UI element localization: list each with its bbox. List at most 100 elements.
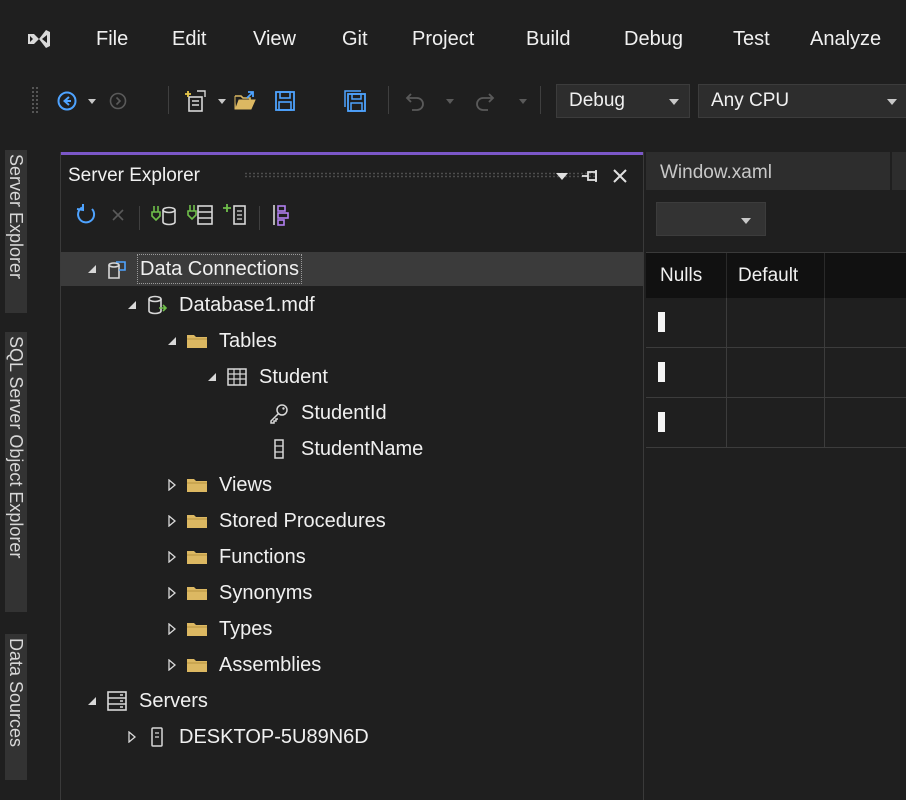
open-file-button[interactable] <box>230 86 260 116</box>
toolbar-separator <box>388 86 389 114</box>
forward-icon <box>109 92 127 110</box>
connect-to-azure-button[interactable] <box>267 200 297 230</box>
pin-icon <box>582 170 597 182</box>
tree-node-label: Tables <box>219 330 277 352</box>
save-all-icon <box>344 90 366 112</box>
designer-dropdown[interactable] <box>656 202 766 236</box>
expanded-arrow-icon <box>208 373 216 381</box>
document-tab-next[interactable] <box>892 152 906 190</box>
server-icon <box>143 720 171 754</box>
tree-node-student-table[interactable]: Student <box>201 360 330 394</box>
database-icon <box>143 288 171 322</box>
menu-edit[interactable]: Edit <box>172 28 206 51</box>
menu-project[interactable]: Project <box>412 28 474 51</box>
menu-analyze[interactable]: Analyze <box>810 28 881 51</box>
panel-drag-grip[interactable] <box>244 172 596 178</box>
collapsed-arrow-icon <box>168 587 177 599</box>
undo-dropdown[interactable] <box>442 86 458 116</box>
tree-node-types[interactable]: Types <box>161 612 274 646</box>
tree-node-assemblies[interactable]: Assemblies <box>161 648 323 682</box>
tree-node-database[interactable]: Database1.mdf <box>121 288 317 322</box>
grid-row[interactable] <box>646 298 906 348</box>
tree-node-label: Data Connections <box>137 254 302 284</box>
tree-node-functions[interactable]: Functions <box>161 540 308 574</box>
window-position-button[interactable] <box>551 165 573 187</box>
document-tab-window-xaml[interactable]: Window.xaml <box>646 152 890 190</box>
menu-git[interactable]: Git <box>342 28 368 51</box>
collapsed-arrow-icon <box>168 479 177 491</box>
tab-sql-server-object-explorer-label-wrap: SQL Server Object Explorer <box>5 332 27 612</box>
menu-file[interactable]: File <box>96 28 128 51</box>
chevron-down-icon <box>741 218 751 224</box>
toolbar-separator <box>540 86 541 114</box>
grid-row[interactable] <box>646 348 906 398</box>
expander[interactable] <box>161 576 183 610</box>
expander[interactable] <box>161 504 183 538</box>
tree-node-data-connections[interactable]: Data Connections <box>81 252 302 286</box>
tree-node-tables[interactable]: Tables <box>161 324 279 358</box>
back-dropdown[interactable] <box>84 86 100 116</box>
column-header-nulls[interactable]: Nulls <box>660 265 702 287</box>
refresh-button[interactable] <box>71 200 101 230</box>
save-all-button[interactable] <box>340 86 370 116</box>
add-connection-button[interactable] <box>221 200 251 230</box>
tree-node-column-studentname[interactable]: StudentName <box>265 432 425 466</box>
expander[interactable] <box>81 684 103 718</box>
side-tool-tabs: Server Explorer SQL Server Object Explor… <box>0 150 32 800</box>
connect-to-database-icon <box>151 206 176 226</box>
tree-node-synonyms[interactable]: Synonyms <box>161 576 314 610</box>
expander[interactable] <box>161 612 183 646</box>
new-project-button[interactable] <box>180 86 214 116</box>
expander[interactable] <box>161 468 183 502</box>
solution-platform-select[interactable]: Any CPU <box>698 84 906 118</box>
tree-node-stored-procedures[interactable]: Stored Procedures <box>161 504 388 538</box>
tree-node-servers[interactable]: Servers <box>81 684 210 718</box>
collapsed-arrow-icon <box>168 659 177 671</box>
expander[interactable] <box>201 360 223 394</box>
menu-view[interactable]: View <box>253 28 296 51</box>
expanded-arrow-icon <box>88 265 96 273</box>
server-explorer-header[interactable]: Server Explorer <box>61 152 643 192</box>
toolbar-grip[interactable] <box>31 86 39 114</box>
tree-node-column-studentid[interactable]: StudentId <box>265 396 389 430</box>
back-button[interactable] <box>52 86 82 116</box>
redo-button[interactable] <box>470 86 500 116</box>
allow-nulls-checkbox[interactable] <box>658 312 665 332</box>
chevron-down-icon <box>669 99 679 105</box>
menu-debug[interactable]: Debug <box>624 28 683 51</box>
solution-configuration-select[interactable]: Debug <box>556 84 690 118</box>
menu-build[interactable]: Build <box>526 28 570 51</box>
forward-button[interactable] <box>104 86 132 116</box>
stop-refresh-button[interactable] <box>103 200 133 230</box>
collapsed-arrow-icon <box>128 731 137 743</box>
allow-nulls-checkbox[interactable] <box>658 412 665 432</box>
save-button[interactable] <box>270 86 300 116</box>
connect-to-server-icon <box>187 205 213 225</box>
expander[interactable] <box>161 540 183 574</box>
auto-hide-button[interactable] <box>579 165 601 187</box>
grid-row[interactable] <box>646 398 906 448</box>
redo-dropdown[interactable] <box>515 86 531 116</box>
tab-data-sources-label-wrap: Data Sources <box>5 634 27 780</box>
expander[interactable] <box>121 720 143 754</box>
tree-node-desktop-server[interactable]: DESKTOP-5U89N6D <box>121 720 371 754</box>
undo-button[interactable] <box>400 86 430 116</box>
menu-test[interactable]: Test <box>733 28 770 51</box>
tree-node-views[interactable]: Views <box>161 468 274 502</box>
connect-to-database-button[interactable] <box>149 200 179 230</box>
expander[interactable] <box>81 252 103 286</box>
tab-data-sources[interactable]: Data Sources <box>5 634 27 780</box>
close-panel-button[interactable] <box>609 165 631 187</box>
connect-to-server-button[interactable] <box>185 200 215 230</box>
expander[interactable] <box>121 288 143 322</box>
new-project-dropdown[interactable] <box>214 86 230 116</box>
expander[interactable] <box>161 648 183 682</box>
tab-server-explorer[interactable]: Server Explorer <box>5 150 27 313</box>
expander[interactable] <box>161 324 183 358</box>
allow-nulls-checkbox[interactable] <box>658 362 665 382</box>
add-sharepoint-connection-icon <box>223 204 246 225</box>
visual-studio-logo-icon[interactable] <box>26 26 52 52</box>
expanded-arrow-icon <box>168 337 176 345</box>
column-header-default[interactable]: Default <box>738 265 798 287</box>
tab-sql-server-object-explorer[interactable]: SQL Server Object Explorer <box>5 332 27 612</box>
